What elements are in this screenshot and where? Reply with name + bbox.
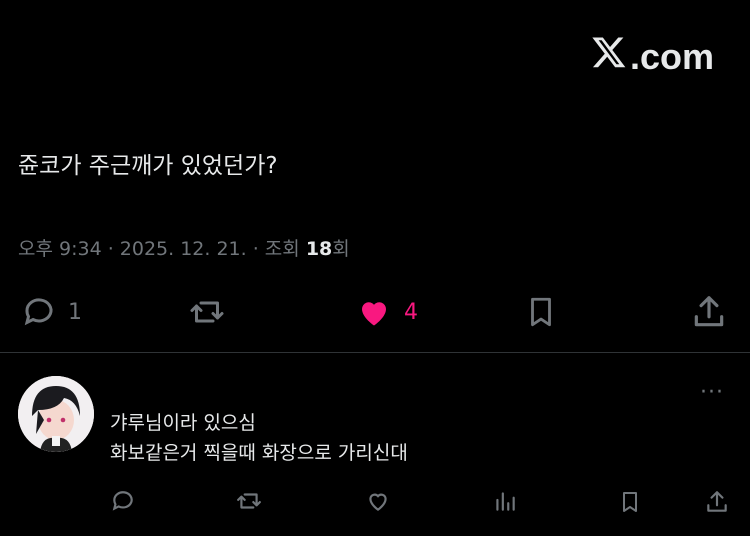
repost-icon [237, 493, 261, 509]
reply-icon [24, 298, 53, 326]
tweet-text: 쥰코가 주근깨가 있었던가? [18, 153, 278, 179]
reply-views-button[interactable] [492, 488, 518, 518]
reply-line-1: 갸루님이라 있으심 [110, 412, 256, 434]
reply-repost-button[interactable] [234, 488, 264, 518]
reply-bookmark-button[interactable] [618, 488, 642, 520]
reply-button[interactable]: 1 [20, 294, 82, 330]
heart-filled-icon [362, 302, 386, 326]
brand-watermark: .com [590, 34, 714, 80]
heart-icon [369, 493, 387, 511]
bookmark-icon [531, 297, 551, 327]
reply-text: 갸루님이라 있으심 화보같은거 찍을때 화장으로 가리신대 [110, 408, 408, 468]
reply-line-2: 화보같은거 찍을때 화장으로 가리신대 [110, 442, 408, 464]
views-chart-icon [496, 492, 515, 511]
reply-actions [0, 488, 750, 518]
x-logo-icon [590, 34, 628, 80]
bookmark-button[interactable] [524, 292, 558, 332]
tweet-timestamp: 오후 9:34 · 2025. 12. 21. · 조회 [18, 238, 306, 260]
more-options-button[interactable]: ··· [700, 380, 724, 405]
view-suffix: 회 [332, 238, 350, 260]
share-icon [694, 296, 724, 327]
tweet-actions: 1 4 [0, 292, 750, 334]
repost-icon [190, 301, 224, 323]
share-button[interactable] [690, 292, 728, 332]
reply-like-button[interactable] [364, 488, 392, 518]
brand-text: .com [629, 36, 714, 77]
reply-share-button[interactable] [704, 488, 730, 520]
like-button[interactable]: 4 [354, 294, 418, 330]
reply-count: 1 [68, 299, 82, 325]
avatar[interactable] [18, 376, 94, 452]
like-count: 4 [404, 299, 418, 325]
divider [0, 352, 750, 353]
reply-reply-button[interactable] [110, 488, 136, 518]
view-count: 18 [305, 238, 333, 260]
share-icon [707, 491, 727, 512]
bookmark-icon [623, 492, 637, 512]
reply-icon [112, 491, 133, 511]
tweet-meta: 오후 9:34 · 2025. 12. 21. · 조회 18회 [18, 234, 350, 261]
repost-button[interactable] [186, 294, 228, 330]
